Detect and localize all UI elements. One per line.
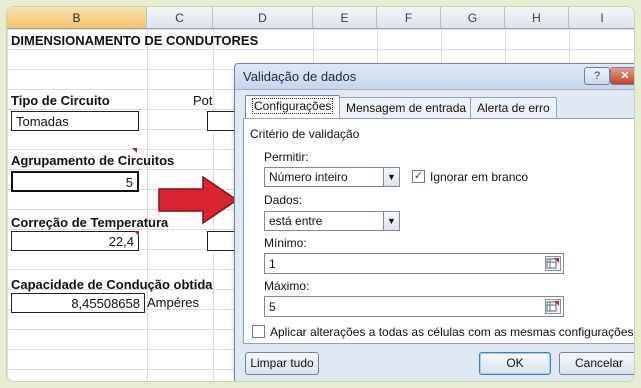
capacidade-cell[interactable]: 8,45508658	[11, 293, 145, 313]
ignorar-label[interactable]: Ignorar em branco	[430, 170, 528, 184]
correcao-temperatura-label: Correção de Temperatura	[11, 215, 169, 230]
column-header-c[interactable]: C	[147, 7, 213, 29]
close-button[interactable]: ✕	[610, 67, 634, 85]
maximo-label: Máximo:	[264, 279, 310, 293]
dialog-titlebar[interactable]: Validação de dados ? ✕	[235, 64, 634, 90]
dropdown-arrow-icon[interactable]: ▼	[383, 211, 400, 231]
comment-indicator	[134, 231, 139, 236]
dialog-title: Validação de dados	[243, 69, 357, 84]
dropdown-arrow-icon[interactable]: ▼	[383, 167, 400, 187]
permitir-label: Permitir:	[264, 150, 309, 164]
permitir-select[interactable]: Número inteiro ▼	[264, 167, 400, 187]
checkmark-icon: ✓	[413, 170, 424, 182]
maximo-value: 5	[269, 300, 276, 314]
configuracoes-panel: Critério de validação Permitir: Número i…	[243, 118, 634, 344]
tab-configuracoes-label: Configurações	[252, 98, 334, 114]
tab-configuracoes[interactable]: Configurações	[245, 95, 341, 119]
help-button[interactable]: ?	[584, 67, 610, 85]
maximo-input[interactable]: 5	[264, 296, 564, 317]
limpar-tudo-button[interactable]: Limpar tudo	[245, 352, 319, 375]
sheet-title: DIMENSIONAMENTO DE CONDUTORES	[11, 33, 259, 48]
cancelar-button[interactable]: Cancelar	[559, 352, 634, 375]
correcao-extra-cell[interactable]	[207, 231, 237, 251]
dados-value: está entre	[269, 214, 323, 228]
column-header-g[interactable]: G	[441, 7, 505, 29]
column-header-d[interactable]: D	[213, 7, 313, 29]
column-headers: B C D E F G H I	[7, 7, 634, 29]
range-picker-icon[interactable]	[545, 299, 561, 314]
tab-alerta-erro[interactable]: Alerta de erro	[470, 97, 557, 118]
ignorar-checkbox[interactable]: ✓	[412, 170, 425, 183]
column-header-i[interactable]: I	[569, 7, 634, 29]
agrupamento-label: Agrupamento de Circuitos	[11, 153, 175, 168]
spreadsheet-frame: B C D E F G H I DIMENSIONAMENTO DE CONDU…	[6, 6, 635, 382]
tab-mensagem-entrada[interactable]: Mensagem de entrada	[339, 97, 474, 118]
comment-indicator	[132, 148, 137, 153]
minimo-value: 1	[269, 257, 276, 271]
criterio-label: Critério de validação	[250, 127, 360, 141]
column-header-f[interactable]: F	[377, 7, 441, 29]
minimo-label: Mínimo:	[264, 236, 307, 250]
range-picker-icon[interactable]	[545, 256, 561, 271]
capacidade-unit: Ampéres	[147, 295, 200, 310]
potencia-label-partial: Pot	[193, 93, 213, 108]
ok-button[interactable]: OK	[479, 352, 551, 375]
dados-select[interactable]: está entre ▼	[264, 211, 400, 231]
agrupamento-cell[interactable]: 5	[11, 171, 139, 192]
correcao-temperatura-cell[interactable]: 22,4	[11, 231, 139, 251]
dados-label: Dados:	[264, 193, 303, 207]
aplicar-label[interactable]: Aplicar alterações a todas as células co…	[270, 325, 634, 339]
minimo-input[interactable]: 1	[264, 253, 564, 274]
validation-dialog: Validação de dados ? ✕ Configurações Men…	[234, 63, 634, 381]
capacidade-label: Capacidade de Condução obtida	[11, 277, 213, 292]
column-header-b[interactable]: B	[7, 7, 147, 29]
red-arrow-icon	[158, 175, 239, 225]
column-header-h[interactable]: H	[505, 7, 569, 29]
tipo-circuito-cell[interactable]: Tomadas	[11, 111, 139, 131]
permitir-value: Número inteiro	[269, 170, 348, 184]
tipo-circuito-label: Tipo de Circuito	[11, 93, 110, 108]
column-header-e[interactable]: E	[313, 7, 377, 29]
aplicar-checkbox[interactable]	[252, 325, 265, 338]
potencia-cell[interactable]	[207, 111, 237, 131]
